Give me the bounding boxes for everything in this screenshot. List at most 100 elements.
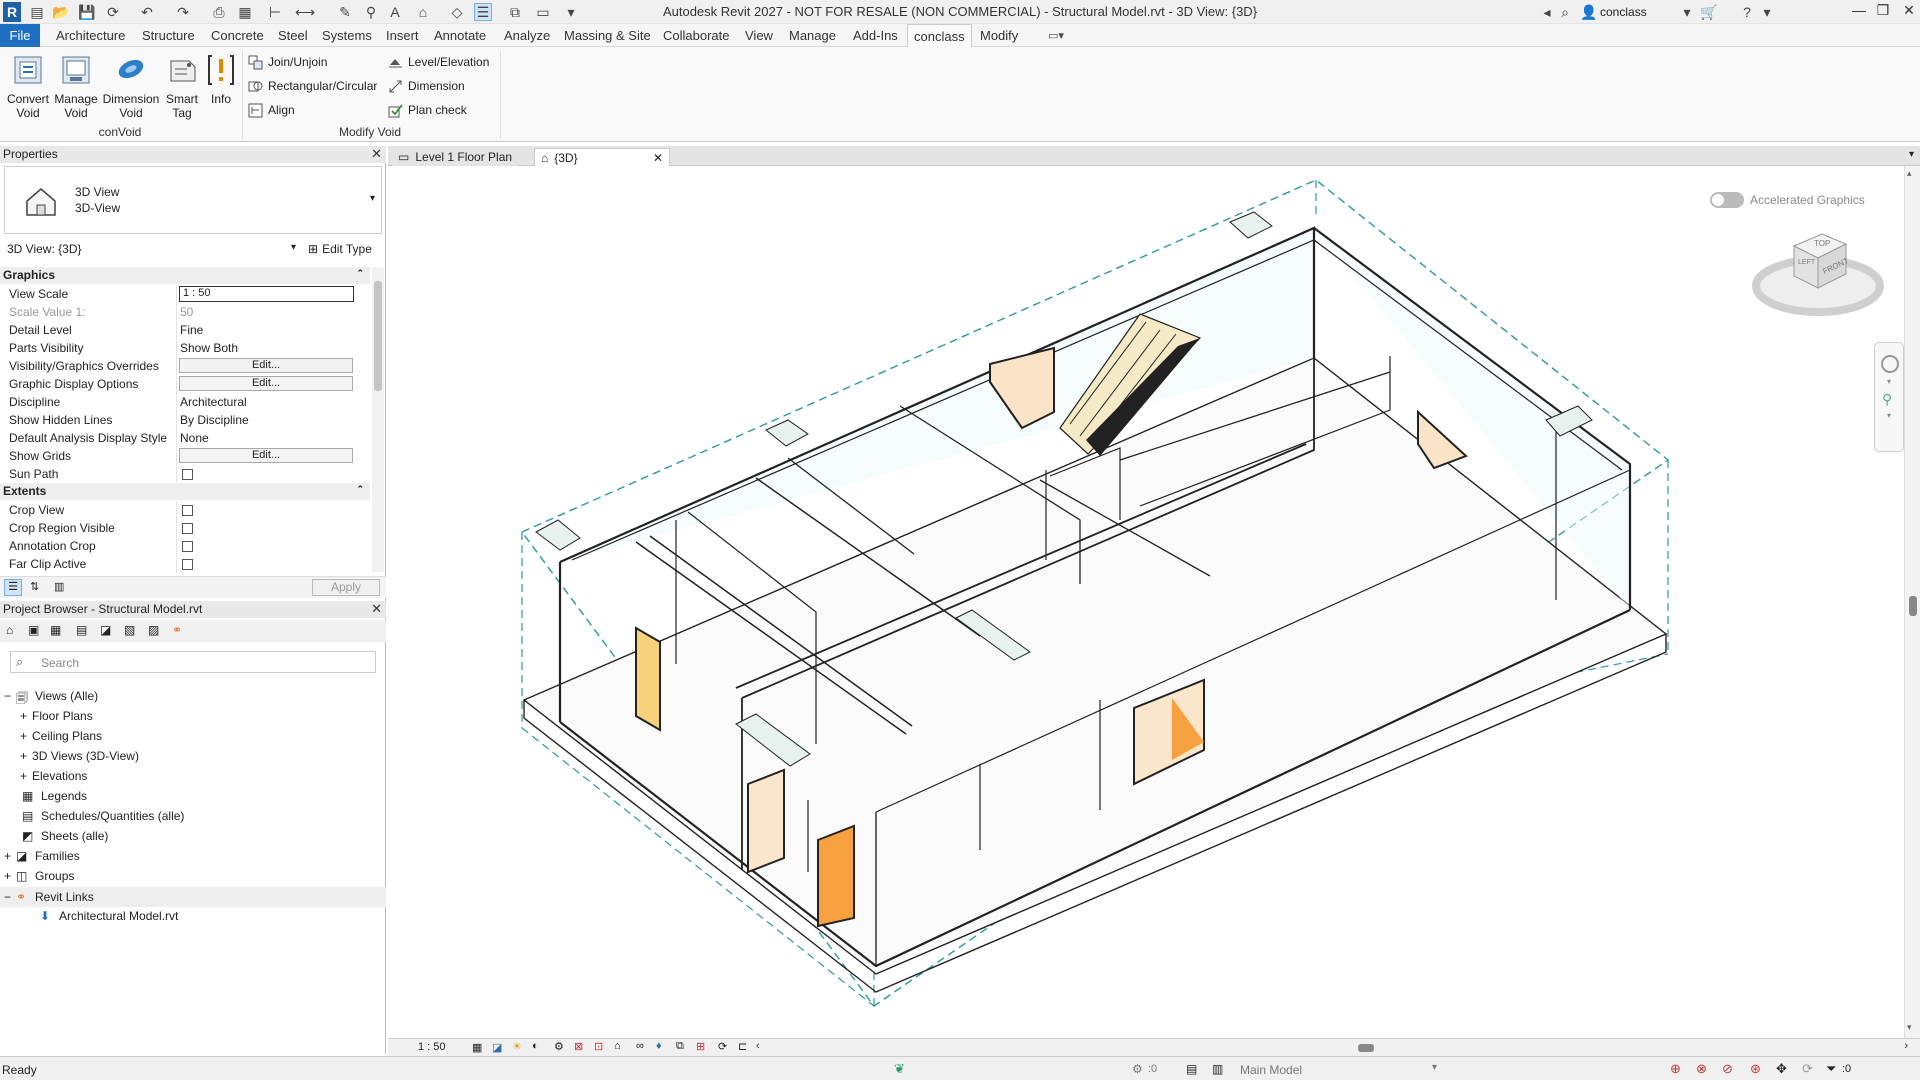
wheel-dropdown-icon[interactable]: ▾ bbox=[1887, 377, 1891, 386]
browser-views-icon[interactable]: ▣ bbox=[28, 623, 39, 637]
thin-lines-icon[interactable]: ☰ bbox=[474, 3, 492, 21]
editable-icon[interactable]: ▤ bbox=[1186, 1062, 1197, 1076]
scroll-up-icon[interactable]: ▴ bbox=[1907, 168, 1912, 179]
show-grids-edit-button[interactable]: Edit... bbox=[179, 448, 353, 463]
tab-annotate[interactable]: Annotate bbox=[434, 28, 486, 43]
tab-systems[interactable]: Systems bbox=[322, 28, 372, 43]
sun-path-checkbox[interactable] bbox=[182, 469, 193, 480]
tab-view[interactable]: View bbox=[745, 28, 773, 43]
tab-close-icon[interactable]: ✕ bbox=[653, 151, 663, 165]
browser-families-icon[interactable]: ◪ bbox=[100, 623, 111, 637]
help-icon[interactable]: ? bbox=[1738, 3, 1756, 21]
select-face-icon[interactable]: ⊛ bbox=[1750, 1061, 1761, 1077]
prop-value[interactable]: Architectural bbox=[180, 395, 247, 409]
prop-annotation-crop[interactable]: Annotation Crop bbox=[0, 537, 360, 555]
schedule-icon[interactable]: ▦ bbox=[236, 3, 254, 21]
level-elevation-button[interactable]: Level/Elevation bbox=[388, 53, 489, 71]
section-icon[interactable]: ◇ bbox=[448, 3, 466, 21]
scrollbar-thumb[interactable] bbox=[374, 281, 382, 391]
crop-region-icon[interactable]: ⊡ bbox=[594, 1040, 603, 1053]
measure-icon[interactable]: ⊢ bbox=[266, 3, 284, 21]
prop-analysis-style[interactable]: Default Analysis Display Style None bbox=[0, 429, 360, 447]
annotation-crop-checkbox[interactable] bbox=[182, 541, 193, 552]
render-icon[interactable]: ⚙ bbox=[554, 1040, 564, 1053]
filter-funnel-icon[interactable]: ⏷ bbox=[1826, 1061, 1836, 1077]
tab-3d[interactable]: ⌂ {3D} ✕ bbox=[534, 148, 670, 166]
prop-show-grids[interactable]: Show Grids Edit... bbox=[0, 447, 360, 465]
prop-view-scale[interactable]: View Scale 1 : 50 bbox=[0, 285, 360, 303]
undo-icon[interactable]: ↶ bbox=[138, 3, 156, 21]
tree-floor-plans[interactable]: + Floor Plans bbox=[20, 709, 93, 723]
tree-schedules[interactable]: ▤ Schedules/Quantities (alle) bbox=[22, 809, 184, 823]
tab-analyze[interactable]: Analyze bbox=[504, 28, 550, 43]
prop-value[interactable]: By Discipline bbox=[180, 413, 249, 427]
section-graphics[interactable]: Graphics ⌃ bbox=[0, 267, 370, 284]
tree-legends[interactable]: ▦ Legends bbox=[22, 789, 87, 803]
smart-tag-button[interactable]: Smart Tag bbox=[162, 53, 202, 120]
prop-detail-level[interactable]: Detail Level Fine bbox=[0, 321, 360, 339]
browser-search-field[interactable]: ⌕ Search bbox=[10, 651, 376, 673]
prop-value[interactable]: Show Both bbox=[180, 341, 238, 355]
tab-concrete[interactable]: Concrete bbox=[211, 28, 264, 43]
select-pinned-icon[interactable]: ⊘ bbox=[1722, 1061, 1733, 1077]
collapse-minus-icon[interactable]: − bbox=[4, 689, 11, 703]
tab-collaborate[interactable]: Collaborate bbox=[663, 28, 730, 43]
prop-graphic-display[interactable]: Graphic Display Options Edit... bbox=[0, 375, 360, 393]
prop-sun-path[interactable]: Sun Path bbox=[0, 465, 360, 483]
scrollbar-thumb[interactable] bbox=[1909, 596, 1917, 616]
redo-icon[interactable]: ↷ bbox=[174, 3, 192, 21]
vg-edit-button[interactable]: Edit... bbox=[179, 358, 353, 373]
zoom-icon[interactable]: ⚲ bbox=[1882, 391, 1892, 408]
analytical-icon[interactable]: ⊞ bbox=[696, 1040, 705, 1053]
tab-steel[interactable]: Steel bbox=[278, 28, 308, 43]
apply-button[interactable]: Apply bbox=[312, 579, 380, 596]
prop-discipline[interactable]: Discipline Architectural bbox=[0, 393, 360, 411]
tab-insert[interactable]: Insert bbox=[386, 28, 419, 43]
detail-level-icon[interactable]: ▦ bbox=[472, 1041, 482, 1054]
tab-manage[interactable]: Manage bbox=[789, 28, 836, 43]
collapse-minus-icon[interactable]: − bbox=[4, 890, 11, 904]
spot-icon[interactable]: ⚲ bbox=[362, 3, 380, 21]
revit-logo-icon[interactable]: R bbox=[3, 2, 21, 22]
3d-view-canvas[interactable]: Accelerated Graphics TOP FRONT LEFT ▾ ⚲ … bbox=[388, 166, 1904, 1038]
steering-wheel-icon[interactable] bbox=[1881, 355, 1899, 373]
close-icon[interactable]: ✕ bbox=[1894, 2, 1920, 22]
far-clip-checkbox[interactable] bbox=[182, 559, 193, 570]
model-selector[interactable]: Main Model bbox=[1240, 1063, 1302, 1077]
browser-home-icon[interactable]: ⌂ bbox=[6, 623, 13, 637]
toggle-switch[interactable] bbox=[1710, 192, 1744, 208]
reveal-hidden-icon[interactable]: ♦ bbox=[656, 1040, 662, 1052]
selection-icon[interactable]: ⚙ bbox=[1132, 1062, 1143, 1076]
dimension-button[interactable]: Dimension bbox=[388, 77, 465, 95]
filter-icon[interactable]: ▥ bbox=[54, 580, 64, 593]
tree-groups[interactable]: + ◫ Groups bbox=[4, 869, 74, 883]
expand-plus-icon[interactable]: + bbox=[4, 869, 11, 883]
tab-modify[interactable]: Modify bbox=[980, 28, 1018, 43]
view-vertical-scrollbar[interactable]: ▴ ▾ bbox=[1904, 166, 1920, 1038]
collapse-icon[interactable]: ⌃ bbox=[356, 268, 364, 279]
tab-file[interactable]: File bbox=[0, 24, 40, 47]
tree-families[interactable]: + ◪ Families bbox=[4, 849, 80, 863]
type-dropdown-icon[interactable]: ▾ bbox=[370, 193, 375, 204]
horizontal-scroll-thumb[interactable] bbox=[1358, 1044, 1374, 1052]
worksets-icon[interactable]: ▥ bbox=[1212, 1062, 1223, 1076]
close-hidden-icon[interactable]: ⧉ bbox=[506, 3, 524, 21]
graphic-display-edit-button[interactable]: Edit... bbox=[179, 376, 353, 391]
browser-links-icon[interactable]: ▨ bbox=[148, 623, 159, 637]
visual-style-icon[interactable]: ◪ bbox=[492, 1041, 502, 1054]
prop-crop-region-visible[interactable]: Crop Region Visible bbox=[0, 519, 360, 537]
prop-parts-visibility[interactable]: Parts Visibility Show Both bbox=[0, 339, 360, 357]
user-icon[interactable]: 👤 bbox=[1580, 3, 1598, 21]
prop-crop-view[interactable]: Crop View bbox=[0, 501, 360, 519]
type-selector[interactable]: 3D View 3D-View ▾ bbox=[4, 166, 382, 234]
home-icon[interactable]: ▤ bbox=[28, 3, 46, 21]
tree-architectural-model[interactable]: ⬇ Architectural Model.rvt bbox=[40, 909, 178, 923]
expand-plus-icon[interactable]: + bbox=[4, 849, 11, 863]
view-scale-input[interactable]: 1 : 50 bbox=[179, 286, 354, 302]
tree-ceiling-plans[interactable]: + Ceiling Plans bbox=[20, 729, 102, 743]
scroll-left-icon[interactable]: ‹ bbox=[756, 1040, 760, 1052]
cart-icon[interactable]: 🛒 bbox=[1700, 3, 1718, 21]
tree-revit-links[interactable]: − ⚭ Revit Links bbox=[0, 887, 386, 907]
align-button[interactable]: Align bbox=[248, 101, 295, 119]
user-dropdown-icon[interactable]: ▾ bbox=[1678, 3, 1696, 21]
